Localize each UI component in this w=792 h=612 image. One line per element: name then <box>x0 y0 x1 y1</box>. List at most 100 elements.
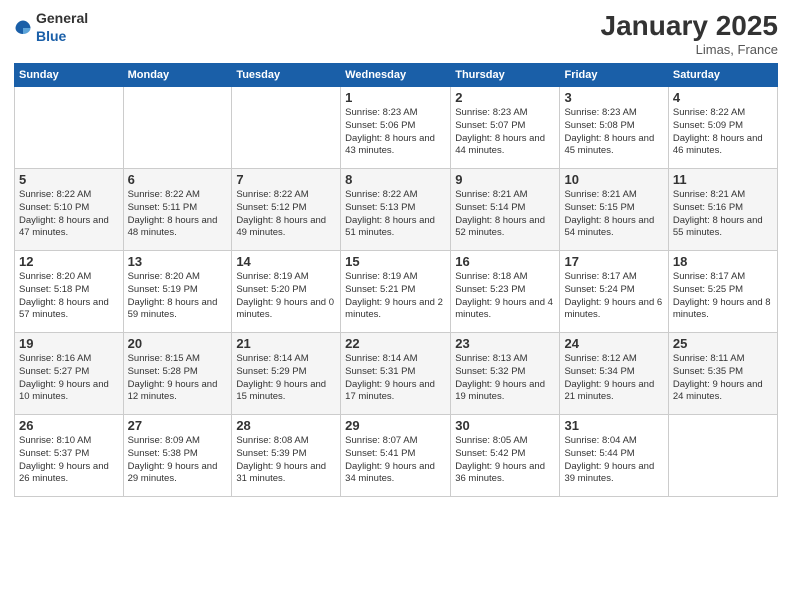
day-cell-1-5: 10Sunrise: 8:21 AM Sunset: 5:15 PM Dayli… <box>560 169 668 251</box>
day-cell-4-5: 31 Sunrise: 8:04 AM Sunset: 5:44 PM Dayli… <box>560 415 668 497</box>
day-info-1-0: Sunrise: 8:22 AM Sunset: 5:10 PM Dayligh… <box>19 189 119 240</box>
day-cell-2-2: 14Sunrise: 8:19 AM Sunset: 5:20 PM Dayli… <box>232 251 341 333</box>
day-cell-3-4: 23Sunrise: 8:13 AM Sunset: 5:32 PM Dayli… <box>451 333 560 415</box>
col-wednesday: Wednesday <box>341 64 451 87</box>
day-cell-2-3: 15 Sunrise: 8:19 AM Sunset: 5:21 PM Dayli… <box>341 251 451 333</box>
day-cell-1-0: 5 Sunrise: 8:22 AM Sunset: 5:10 PM Daylig… <box>15 169 124 251</box>
day-cell-0-3: 1 Sunrise: 8:23 AM Sunset: 5:06 PM Daylig… <box>341 87 451 169</box>
day-info-0-3: Sunrise: 8:23 AM Sunset: 5:06 PM Dayligh… <box>345 107 446 158</box>
day-cell-3-1: 20 Sunrise: 8:15 AM Sunset: 5:28 PM Dayli… <box>123 333 232 415</box>
day-info-3-1: Sunrise: 8:15 AM Sunset: 5:28 PM Dayligh… <box>128 353 228 404</box>
day-number-0-4: 2 <box>455 90 555 105</box>
day-number-1-1: 6 <box>128 172 228 187</box>
day-cell-0-2 <box>232 87 341 169</box>
day-cell-1-4: 9 Sunrise: 8:21 AM Sunset: 5:14 PM Daylig… <box>451 169 560 251</box>
day-number-3-2: 21 <box>236 336 336 351</box>
week-row-4: 26 Sunrise: 8:10 AM Sunset: 5:37 PM Dayli… <box>15 415 778 497</box>
day-cell-2-6: 18 Sunrise: 8:17 AM Sunset: 5:25 PM Dayli… <box>668 251 777 333</box>
title-block: January 2025 Limas, France <box>601 10 778 57</box>
col-friday: Friday <box>560 64 668 87</box>
day-info-1-6: Sunrise: 8:21 AM Sunset: 5:16 PM Dayligh… <box>673 189 773 240</box>
day-info-2-1: Sunrise: 8:20 AM Sunset: 5:19 PM Dayligh… <box>128 271 228 322</box>
day-number-4-0: 26 <box>19 418 119 433</box>
col-tuesday: Tuesday <box>232 64 341 87</box>
day-info-4-4: Sunrise: 8:05 AM Sunset: 5:42 PM Dayligh… <box>455 435 555 486</box>
logo: General Blue <box>14 10 88 46</box>
logo-icon <box>14 19 32 37</box>
page-header: General Blue January 2025 Limas, France <box>14 10 778 57</box>
day-cell-1-6: 11 Sunrise: 8:21 AM Sunset: 5:16 PM Dayli… <box>668 169 777 251</box>
week-row-2: 12 Sunrise: 8:20 AM Sunset: 5:18 PM Dayli… <box>15 251 778 333</box>
day-cell-4-6 <box>668 415 777 497</box>
day-cell-3-3: 22Sunrise: 8:14 AM Sunset: 5:31 PM Dayli… <box>341 333 451 415</box>
day-cell-4-2: 28 Sunrise: 8:08 AM Sunset: 5:39 PM Dayli… <box>232 415 341 497</box>
day-number-3-6: 25 <box>673 336 773 351</box>
day-number-2-0: 12 <box>19 254 119 269</box>
day-info-0-6: Sunrise: 8:22 AM Sunset: 5:09 PM Dayligh… <box>673 107 773 158</box>
day-number-1-3: 8 <box>345 172 446 187</box>
day-cell-0-5: 3Sunrise: 8:23 AM Sunset: 5:08 PM Daylig… <box>560 87 668 169</box>
day-cell-3-6: 25 Sunrise: 8:11 AM Sunset: 5:35 PM Dayli… <box>668 333 777 415</box>
day-cell-0-1 <box>123 87 232 169</box>
day-cell-4-1: 27 Sunrise: 8:09 AM Sunset: 5:38 PM Dayli… <box>123 415 232 497</box>
day-info-1-4: Sunrise: 8:21 AM Sunset: 5:14 PM Dayligh… <box>455 189 555 240</box>
day-info-2-4: Sunrise: 8:18 AM Sunset: 5:23 PM Dayligh… <box>455 271 555 322</box>
day-cell-0-6: 4 Sunrise: 8:22 AM Sunset: 5:09 PM Daylig… <box>668 87 777 169</box>
logo-text: General Blue <box>36 10 88 46</box>
day-number-4-1: 27 <box>128 418 228 433</box>
day-cell-2-5: 17Sunrise: 8:17 AM Sunset: 5:24 PM Dayli… <box>560 251 668 333</box>
header-row: Sunday Monday Tuesday Wednesday Thursday… <box>15 64 778 87</box>
day-number-3-0: 19 <box>19 336 119 351</box>
day-number-0-3: 1 <box>345 90 446 105</box>
col-saturday: Saturday <box>668 64 777 87</box>
day-info-2-3: Sunrise: 8:19 AM Sunset: 5:21 PM Dayligh… <box>345 271 446 322</box>
day-cell-2-0: 12 Sunrise: 8:20 AM Sunset: 5:18 PM Dayli… <box>15 251 124 333</box>
day-cell-3-5: 24Sunrise: 8:12 AM Sunset: 5:34 PM Dayli… <box>560 333 668 415</box>
day-info-0-4: Sunrise: 8:23 AM Sunset: 5:07 PM Dayligh… <box>455 107 555 158</box>
day-info-1-2: Sunrise: 8:22 AM Sunset: 5:12 PM Dayligh… <box>236 189 336 240</box>
calendar-location: Limas, France <box>601 42 778 57</box>
day-number-0-6: 4 <box>673 90 773 105</box>
day-info-4-0: Sunrise: 8:10 AM Sunset: 5:37 PM Dayligh… <box>19 435 119 486</box>
day-info-2-0: Sunrise: 8:20 AM Sunset: 5:18 PM Dayligh… <box>19 271 119 322</box>
calendar-table: Sunday Monday Tuesday Wednesday Thursday… <box>14 63 778 497</box>
day-cell-0-0 <box>15 87 124 169</box>
day-info-3-2: Sunrise: 8:14 AM Sunset: 5:29 PM Dayligh… <box>236 353 336 404</box>
day-number-2-4: 16 <box>455 254 555 269</box>
day-number-3-5: 24 <box>564 336 663 351</box>
day-info-4-1: Sunrise: 8:09 AM Sunset: 5:38 PM Dayligh… <box>128 435 228 486</box>
day-cell-2-1: 13 Sunrise: 8:20 AM Sunset: 5:19 PM Dayli… <box>123 251 232 333</box>
day-number-3-1: 20 <box>128 336 228 351</box>
logo-blue: Blue <box>36 28 66 44</box>
day-number-0-5: 3 <box>564 90 663 105</box>
day-number-1-2: 7 <box>236 172 336 187</box>
day-number-2-3: 15 <box>345 254 446 269</box>
day-cell-1-1: 6Sunrise: 8:22 AM Sunset: 5:11 PM Daylig… <box>123 169 232 251</box>
day-number-4-2: 28 <box>236 418 336 433</box>
col-thursday: Thursday <box>451 64 560 87</box>
day-number-4-4: 30 <box>455 418 555 433</box>
day-number-1-5: 10 <box>564 172 663 187</box>
day-number-2-5: 17 <box>564 254 663 269</box>
day-cell-4-3: 29Sunrise: 8:07 AM Sunset: 5:41 PM Dayli… <box>341 415 451 497</box>
day-info-4-5: Sunrise: 8:04 AM Sunset: 5:44 PM Dayligh… <box>564 435 663 486</box>
logo-general: General <box>36 10 88 26</box>
day-info-4-3: Sunrise: 8:07 AM Sunset: 5:41 PM Dayligh… <box>345 435 446 486</box>
day-cell-1-3: 8 Sunrise: 8:22 AM Sunset: 5:13 PM Daylig… <box>341 169 451 251</box>
day-number-1-4: 9 <box>455 172 555 187</box>
calendar-title: January 2025 <box>601 10 778 42</box>
day-info-2-6: Sunrise: 8:17 AM Sunset: 5:25 PM Dayligh… <box>673 271 773 322</box>
day-number-2-1: 13 <box>128 254 228 269</box>
day-info-4-2: Sunrise: 8:08 AM Sunset: 5:39 PM Dayligh… <box>236 435 336 486</box>
day-number-3-3: 22 <box>345 336 446 351</box>
day-cell-3-0: 19 Sunrise: 8:16 AM Sunset: 5:27 PM Dayli… <box>15 333 124 415</box>
day-number-1-0: 5 <box>19 172 119 187</box>
day-number-1-6: 11 <box>673 172 773 187</box>
day-number-2-6: 18 <box>673 254 773 269</box>
day-number-2-2: 14 <box>236 254 336 269</box>
day-info-1-3: Sunrise: 8:22 AM Sunset: 5:13 PM Dayligh… <box>345 189 446 240</box>
day-info-3-6: Sunrise: 8:11 AM Sunset: 5:35 PM Dayligh… <box>673 353 773 404</box>
day-number-4-5: 31 <box>564 418 663 433</box>
day-cell-4-4: 30 Sunrise: 8:05 AM Sunset: 5:42 PM Dayli… <box>451 415 560 497</box>
day-info-3-0: Sunrise: 8:16 AM Sunset: 5:27 PM Dayligh… <box>19 353 119 404</box>
